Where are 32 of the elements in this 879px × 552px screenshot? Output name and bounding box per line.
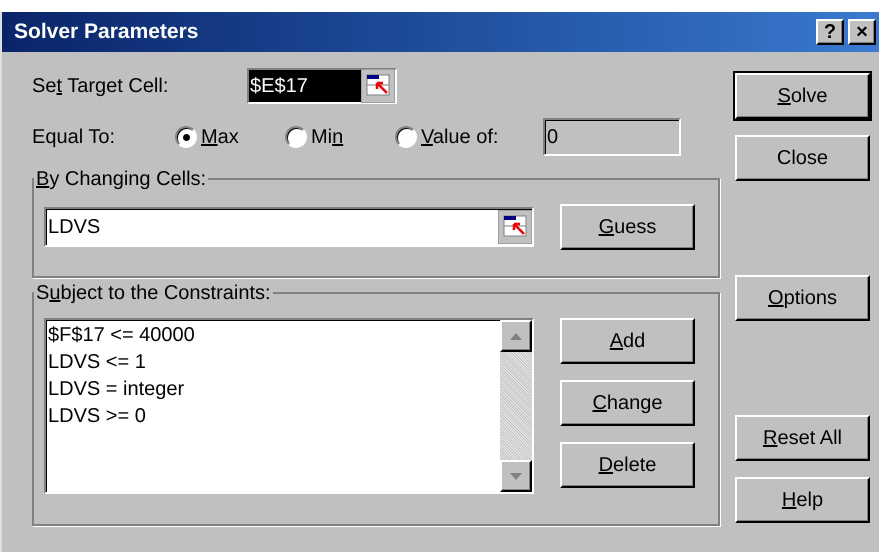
- radio-button[interactable]: [285, 126, 307, 148]
- radio-button[interactable]: [175, 126, 197, 148]
- dialog-button[interactable]: Guess: [560, 204, 695, 250]
- constraint-item[interactable]: LDVS = integer: [48, 376, 500, 403]
- changing-cells-field[interactable]: LDVS: [44, 207, 534, 247]
- target-cell-field[interactable]: $E$17: [247, 68, 397, 104]
- constraint-item[interactable]: LDVS <= 1: [48, 349, 500, 376]
- value-field[interactable]: 0: [543, 118, 681, 156]
- dialog-button[interactable]: Solve: [735, 73, 870, 119]
- dialog-button[interactable]: Help: [735, 477, 870, 523]
- dialog-button[interactable]: Close: [735, 135, 870, 181]
- collapse-dialog-icon[interactable]: [361, 69, 395, 103]
- dialog-button[interactable]: Add: [560, 318, 695, 364]
- constraints-list[interactable]: $F$17 <= 40000 LDVS <= 1 LDVS = integer LDVS >= 0: [44, 318, 534, 494]
- group-label: Subject to the Constraints:: [35, 281, 272, 306]
- constraint-item[interactable]: $F$17 <= 40000: [48, 322, 500, 349]
- help-button[interactable]: ?: [816, 19, 844, 45]
- target-cell-label: Set Target Cell:: [32, 74, 170, 99]
- group-label: By Changing Cells:: [35, 167, 208, 192]
- radio-label: Min: [311, 125, 344, 150]
- close-button[interactable]: ×: [848, 19, 876, 45]
- constraint-item[interactable]: LDVS >= 0: [48, 403, 500, 430]
- equal-to-label: Equal To:: [32, 125, 116, 150]
- radio-label: Max: [201, 125, 239, 150]
- collapse-dialog-icon[interactable]: [498, 210, 532, 244]
- dialog-button[interactable]: Reset All: [735, 415, 870, 461]
- dialog-button[interactable]: Delete: [560, 442, 695, 488]
- window-title: Solver Parameters: [14, 19, 200, 46]
- radio-button[interactable]: [395, 126, 417, 148]
- dialog-button[interactable]: Options: [735, 275, 870, 321]
- dialog-button[interactable]: Change: [560, 380, 695, 426]
- radio-label: Value of:: [421, 125, 498, 150]
